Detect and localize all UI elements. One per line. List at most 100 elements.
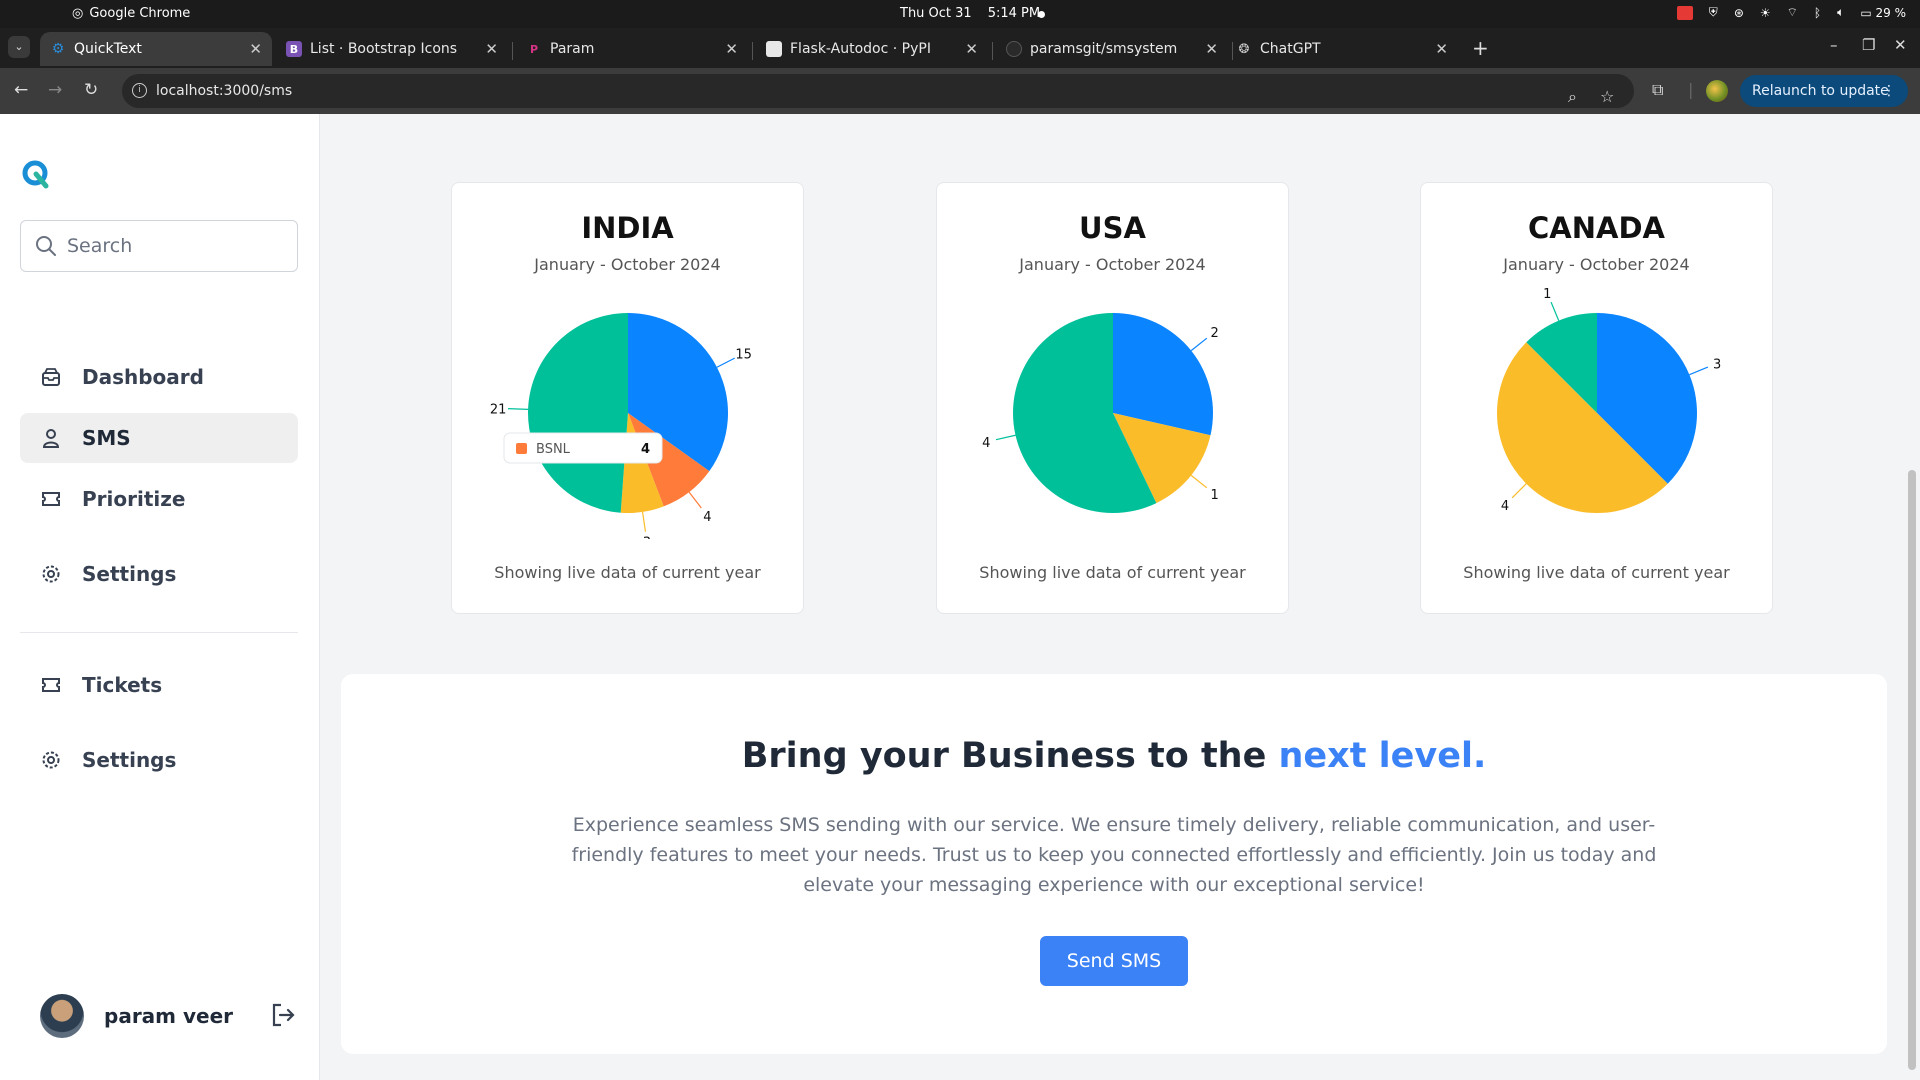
address-bar[interactable]: i localhost:3000/sms ⌕ ☆ [122,74,1634,108]
user-name: param veer [104,1004,234,1028]
site-info-icon[interactable]: i [132,83,147,98]
tab-label: paramsgit/smsystem [1030,41,1178,57]
forward-icon[interactable]: → [48,80,62,100]
notification-dot-icon [1038,11,1045,18]
close-icon[interactable]: ✕ [485,40,498,58]
card-subtitle: January - October 2024 [1019,255,1206,274]
sidebar-item-sms[interactable]: SMS [20,413,298,463]
back-icon[interactable]: ← [14,80,28,100]
sidebar-item-dashboard[interactable]: Dashboard [20,352,298,402]
tab-label: Param [550,41,595,57]
sidebar-item-settings-secondary[interactable]: Settings [20,735,298,785]
sidebar-item-settings[interactable]: Settings [20,549,298,599]
profile-avatar[interactable] [1706,80,1728,102]
close-icon[interactable]: ✕ [1205,40,1218,58]
minimize-button[interactable]: – [1830,36,1838,54]
pie-slice[interactable] [527,313,628,513]
chart-card-canada: CANADA January - October 2024 3 4 1 Showin… [1420,182,1773,614]
sidebar-item-label: Tickets [82,673,163,697]
tab-label: List · Bootstrap Icons [310,41,458,57]
tab-label: Flask-Autodoc · PyPI [790,41,931,57]
sidebar-item-tickets[interactable]: Tickets [20,660,298,710]
reload-icon[interactable]: ↻ [84,80,98,100]
gear-icon [40,563,62,585]
zoom-icon[interactable]: ⌕ [1568,80,1577,114]
bookmark-star-icon[interactable]: ☆ [1600,80,1614,114]
shield-icon[interactable]: ⛨ [1709,5,1718,20]
data-label: 3 [1713,357,1721,372]
ticket-icon [40,488,62,510]
accessibility-icon[interactable]: ⊛ [1734,6,1744,20]
active-app[interactable]: ◎ Google Chrome [72,6,190,21]
gear-favicon-icon: ⚙ [51,41,65,57]
bluetooth-icon[interactable]: ᛒ [1814,6,1821,20]
send-sms-button[interactable]: Send SMS [1040,936,1188,986]
sidebar: Search Dashboard SMS Prioritize Settings… [0,114,320,1080]
close-window-button[interactable]: ✕ [1894,36,1907,54]
tooltip-value: 4 [641,442,650,457]
tab-strip: ⌄ ⚙ QuickText ✕ B List · Bootstrap Icons… [0,28,1920,68]
close-icon[interactable]: ✕ [249,40,262,58]
extensions-icon[interactable]: ⧉ [1652,80,1663,100]
pie-chart-usa[interactable]: 2 1 4 [937,279,1290,539]
chatgpt-favicon-icon: ❂ [1238,41,1250,57]
scrollbar-thumb[interactable] [1908,470,1916,1070]
new-tab-button[interactable]: + [1472,36,1489,60]
close-icon[interactable]: ✕ [725,40,738,58]
tab-separator [992,42,993,60]
label-leader-line [995,434,1016,441]
label-leader-line [716,357,735,368]
more-options-icon[interactable]: ⋮ [1882,75,1896,107]
search-icon [36,236,56,256]
wifi-icon[interactable]: ⌔ [1787,5,1798,20]
label-leader-line [1190,474,1208,489]
sidebar-item-prioritize[interactable]: Prioritize [20,474,298,524]
clock[interactable]: Thu Oct 31 5:14 PM [900,6,1040,21]
promo-heading-highlight: next level. [1278,736,1487,776]
gear-icon [40,749,62,771]
tab-param[interactable]: P Param ✕ [516,32,748,66]
chart-card-india: INDIA January - October 2024 15 4 3 21 BSNL 4… [451,182,804,614]
sidebar-item-label: Prioritize [82,487,186,511]
data-label: 2 [1210,326,1218,341]
tab-label: QuickText [74,41,142,57]
user-profile[interactable]: param veer [40,994,233,1038]
chart-card-usa: USA January - October 2024 2 1 4 Showing l… [936,182,1289,614]
inbox-icon [40,366,62,388]
close-icon[interactable]: ✕ [965,40,978,58]
card-subtitle: January - October 2024 [1503,255,1690,274]
ticket-icon [40,674,62,696]
label-leader-line [1689,366,1709,376]
card-footer: Showing live data of current year [494,563,761,582]
label-leader-line [688,491,702,509]
pie-chart-canada[interactable]: 3 4 1 [1421,279,1774,539]
tab-bootstrap-icons[interactable]: B List · Bootstrap Icons ✕ [276,32,508,66]
tray-app-icon[interactable] [1676,5,1693,20]
tab-quicktext[interactable]: ⚙ QuickText ✕ [40,32,272,66]
sidebar-divider [20,632,298,633]
avatar[interactable] [40,994,84,1038]
label-leader-line [508,408,529,410]
card-footer: Showing live data of current year [979,563,1246,582]
close-icon[interactable]: ✕ [1435,40,1448,58]
data-label: 21 [490,402,507,417]
sidebar-item-label: Settings [82,562,177,586]
data-label: 3 [643,536,651,539]
brightness-icon[interactable]: ☀ [1760,6,1771,20]
data-label: 1 [1210,488,1218,503]
logout-icon[interactable] [270,1002,296,1028]
relaunch-button[interactable]: Relaunch to update ⋮ [1740,75,1908,107]
card-title: USA [1079,211,1146,245]
battery-indicator[interactable]: ▭ 29 % [1860,6,1906,20]
maximize-button[interactable]: ❐ [1862,36,1875,54]
person-icon [40,427,62,449]
pie-chart-india[interactable]: 15 4 3 21 BSNL 4 [452,279,805,539]
quicktext-logo-icon[interactable] [20,158,52,190]
tab-chatgpt[interactable]: ❂ ChatGPT ✕ [1226,32,1458,66]
search-input[interactable]: Search [20,220,298,272]
volume-icon[interactable]: 🔈︎ [1837,5,1844,20]
sidebar-item-label: Settings [82,748,177,772]
tab-search-button[interactable]: ⌄ [8,36,30,58]
tab-github[interactable]: paramsgit/smsystem ✕ [996,32,1228,66]
tab-flask-autodoc[interactable]: Flask-Autodoc · PyPI ✕ [756,32,988,66]
